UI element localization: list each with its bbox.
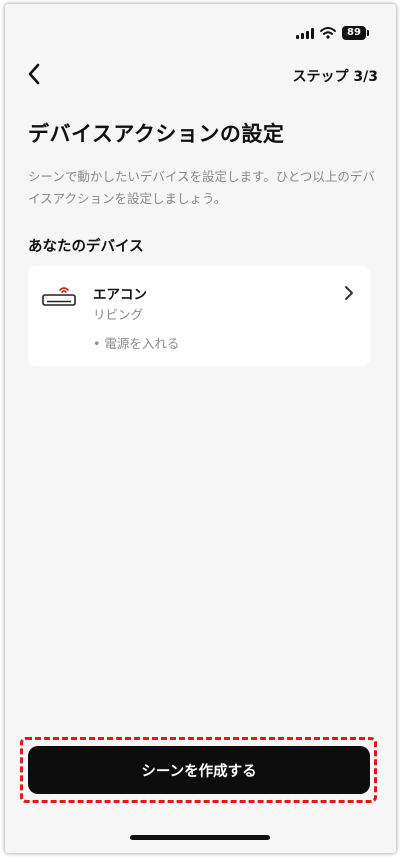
battery-indicator: 89 <box>342 26 369 40</box>
status-bar: 89 <box>296 26 369 40</box>
signal-icon <box>296 27 314 39</box>
device-card[interactable]: エアコン リビング • 電源を入れる <box>28 266 370 366</box>
create-scene-button[interactable]: シーンを作成する <box>28 746 370 794</box>
page-title: デバイスアクションの設定 <box>28 122 285 146</box>
chevron-left-icon <box>28 63 40 85</box>
wifi-icon <box>320 27 336 39</box>
home-indicator[interactable] <box>130 835 270 840</box>
step-indicator: ステップ 3/3 <box>292 69 378 85</box>
air-conditioner-icon <box>42 287 76 306</box>
app-screen: 89 ステップ 3/3 デバイスアクションの設定 シーンで動かしたいデバイスを設… <box>5 4 396 853</box>
device-action: • 電源を入れる <box>93 336 180 351</box>
device-room: リビング <box>93 307 144 322</box>
device-name: エアコン <box>93 287 147 303</box>
section-title: あなたのデバイス <box>28 239 144 255</box>
page-description: シーンで動かしたいデバイスを設定します。ひとつ以上のデバイスアクションを設定しま… <box>28 169 375 206</box>
back-button[interactable] <box>21 60 49 88</box>
chevron-right-icon <box>345 286 353 300</box>
